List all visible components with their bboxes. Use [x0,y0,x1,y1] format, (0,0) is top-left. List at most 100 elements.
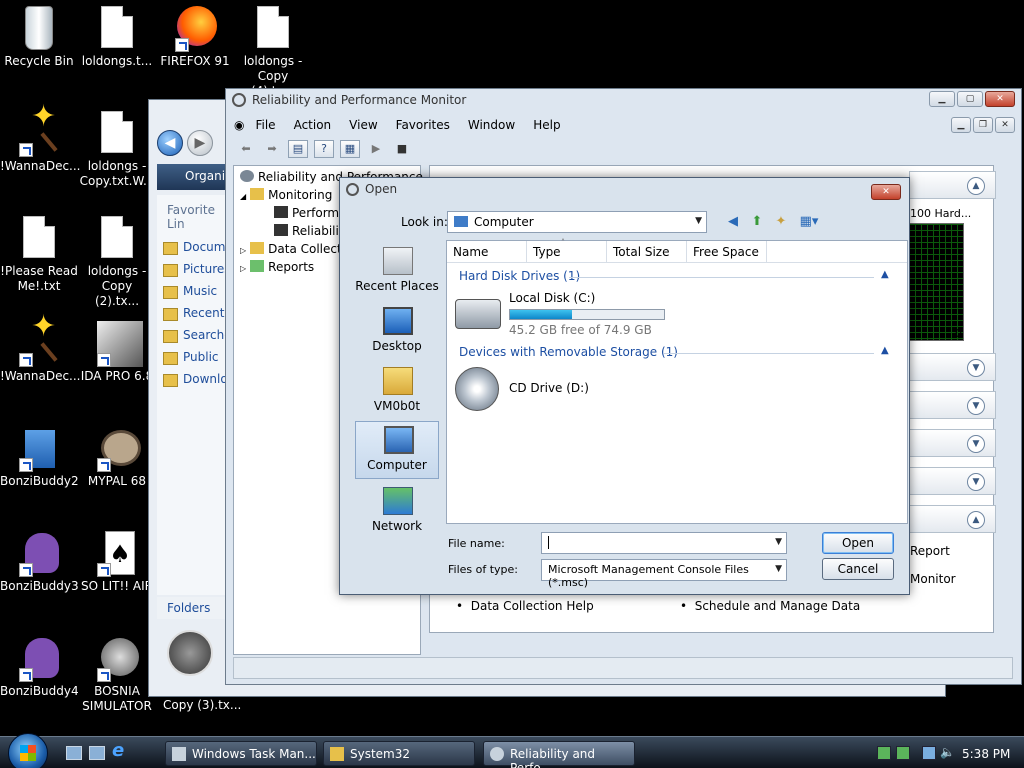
back-arrow-icon[interactable]: ◀ [157,130,183,156]
mdi-close-icon[interactable]: ✕ [995,117,1015,133]
start-button[interactable] [8,733,48,768]
column-free-space[interactable]: Free Space [687,241,767,263]
desktop-icon-wannadec-1[interactable]: !WannaDec... [0,109,81,174]
stop-icon[interactable]: ■ [392,140,412,158]
menu-action[interactable]: Action [285,118,341,132]
favorite-link-public[interactable]: Public [157,347,227,369]
collapse-chevron-icon[interactable]: ▲ [967,177,985,195]
forward-arrow-icon[interactable]: ▶ [186,130,213,156]
expand-chevron-icon[interactable]: ▼ [967,473,985,491]
help-icon[interactable]: ? [314,140,334,158]
desktop-icon-please-read-me[interactable]: !Please Read Me!.txt [0,214,78,294]
taskbar-item-task-manager[interactable]: Windows Task Man... [165,741,317,766]
collapse-chevron-icon[interactable]: ▲ [967,511,985,529]
favorite-link-searches[interactable]: Searche [157,325,232,347]
mdi-restore-icon[interactable]: ❐ [973,117,993,133]
internet-explorer-icon[interactable]: e [112,740,128,761]
minimize-icon[interactable]: ▁ [929,91,955,107]
tray-app-icon[interactable] [877,746,891,760]
menu-file[interactable]: File [246,118,284,132]
open-dialog[interactable]: Open ✕ Look in: Computer ▼ ◀ ⬆ ✦ ▦▾ Rece… [339,177,910,595]
monitor-link[interactable]: Monitor [910,572,956,586]
title-bar[interactable]: Reliability and Performance Monitor [226,89,1021,111]
expand-chevron-icon[interactable]: ▼ [967,359,985,377]
expand-chevron-icon[interactable]: ▼ [967,397,985,415]
show-desktop-icon[interactable] [66,746,82,760]
tree-item-data-collector-sets[interactable]: ▷ Data Collect [240,242,342,256]
place-user-folder[interactable]: VM0b0t [355,363,439,421]
cancel-button[interactable]: Cancel [822,558,894,580]
place-computer[interactable]: Computer [355,421,439,479]
desktop-icon-bonzibuddy4[interactable]: BonziBuddy4 [0,634,79,699]
tree-item-reports[interactable]: ▷ Reports [240,260,314,274]
favorite-link-recently-changed[interactable]: Recentl [157,303,228,325]
column-total-size[interactable]: Total Size [607,241,687,263]
favorite-link-downloads[interactable]: Downlo [157,369,228,391]
section-header[interactable]: ▼ [909,353,996,381]
volume-muted-icon[interactable]: 🔈 [940,745,955,759]
data-collection-help-link[interactable]: • Data Collection Help [456,599,680,613]
expand-chevron-icon[interactable]: ▼ [967,435,985,453]
menu-view[interactable]: View [340,118,386,132]
close-icon[interactable]: ✕ [871,184,901,200]
forward-arrow-icon[interactable]: ➡ [262,140,282,158]
place-desktop[interactable]: Desktop [355,303,439,361]
menu-help[interactable]: Help [524,118,569,132]
section-header[interactable]: ▼ [909,429,996,457]
back-arrow-icon[interactable]: ◀ [724,213,742,231]
desktop-icon-bosnia-simulator[interactable]: BOSNIA SIMULATOR [78,634,156,714]
expand-arrow-icon[interactable]: ▷ [240,246,246,255]
taskbar-item-reliability-monitor[interactable]: Reliability and Perfo... [483,741,635,768]
taskbar-item-system32[interactable]: System32 [323,741,475,766]
close-icon[interactable]: ✕ [985,91,1015,107]
section-header[interactable]: ▼ [909,391,996,419]
back-arrow-icon[interactable]: ⬅ [236,140,256,158]
clock[interactable]: 5:38 PM [962,747,1010,761]
group-removable-storage[interactable]: Devices with Removable Storage (1) ▲ [459,345,899,359]
collapse-chevron-icon[interactable]: ▲ [881,345,889,356]
expand-arrow-icon[interactable]: ◢ [240,192,246,201]
desktop-icon-ida-pro[interactable]: IDA PRO 6.8 [78,319,156,384]
desktop-icon-recycle-bin[interactable]: Recycle Bin [0,4,78,69]
mdi-minimize-icon[interactable]: ▁ [951,117,971,133]
maximize-icon[interactable]: ▢ [957,91,983,107]
look-in-dropdown[interactable]: Computer ▼ [447,211,707,233]
desktop-icon-loldongs-copy[interactable]: loldongs - Copy.txt.W... [78,109,156,189]
desktop-icon-mypal[interactable]: MYPAL 68 [78,424,156,489]
desktop-icon-wannadec-2[interactable]: !WannaDec... [0,319,81,384]
place-recent-places[interactable]: Recent Places [355,243,439,301]
column-name[interactable]: Name [447,241,527,263]
network-icon[interactable] [922,746,936,760]
folders-toggle[interactable]: Folders [157,597,227,619]
tree-item-monitoring[interactable]: ◢ Monitoring [240,188,332,202]
new-folder-icon[interactable]: ✦ [772,213,790,231]
desktop-icon-loldongs-copy2[interactable]: loldongs - Copy (2).tx... [78,214,156,309]
schedule-manage-data-link[interactable]: • Schedule and Manage Data [680,599,904,613]
tree-item-reliability-monitor[interactable]: Reliabilit [274,224,344,238]
open-button[interactable]: Open [822,532,894,554]
dialog-title-bar[interactable]: Open [340,178,909,200]
place-network[interactable]: Network [355,483,439,541]
expand-arrow-icon[interactable]: ▷ [240,264,246,273]
desktop-icon-bonzibuddy3[interactable]: BonziBuddy3 [0,529,79,594]
menu-favorites[interactable]: Favorites [387,118,459,132]
column-type[interactable]: Type ˄ [527,238,607,263]
group-hard-disk-drives[interactable]: Hard Disk Drives (1) ▲ [459,269,899,283]
desktop-icon-loldongs-copy4[interactable]: loldongs - Copy (4).tx... [234,4,312,99]
views-menu-icon[interactable]: ▦▾ [796,213,822,231]
tray-app-icon[interactable] [896,746,910,760]
file-name-input[interactable]: ▼ [541,532,787,554]
favorite-link-pictures[interactable]: Pictures [157,259,231,281]
drive-local-disk-c[interactable]: Local Disk (C:) 45.2 GB free of 74.9 GB [455,291,685,337]
drive-cd-d[interactable]: CD Drive (D:) [455,367,635,413]
favorite-link-music[interactable]: Music [157,281,227,303]
collapse-chevron-icon[interactable]: ▲ [881,269,889,280]
show-hide-action-pane-icon[interactable]: ▦ [340,140,360,158]
play-icon[interactable]: ▶ [366,140,386,158]
file-list[interactable]: Name Type ˄ Total Size Free Space Hard Di… [446,238,908,524]
up-folder-icon[interactable]: ⬆ [748,213,766,231]
files-of-type-dropdown[interactable]: Microsoft Management Console Files (*.ms… [541,559,787,589]
show-tree-icon[interactable]: ▤ [288,140,308,158]
menu-window[interactable]: Window [459,118,524,132]
desktop-icon-loldongs[interactable]: loldongs.t... [78,4,156,69]
